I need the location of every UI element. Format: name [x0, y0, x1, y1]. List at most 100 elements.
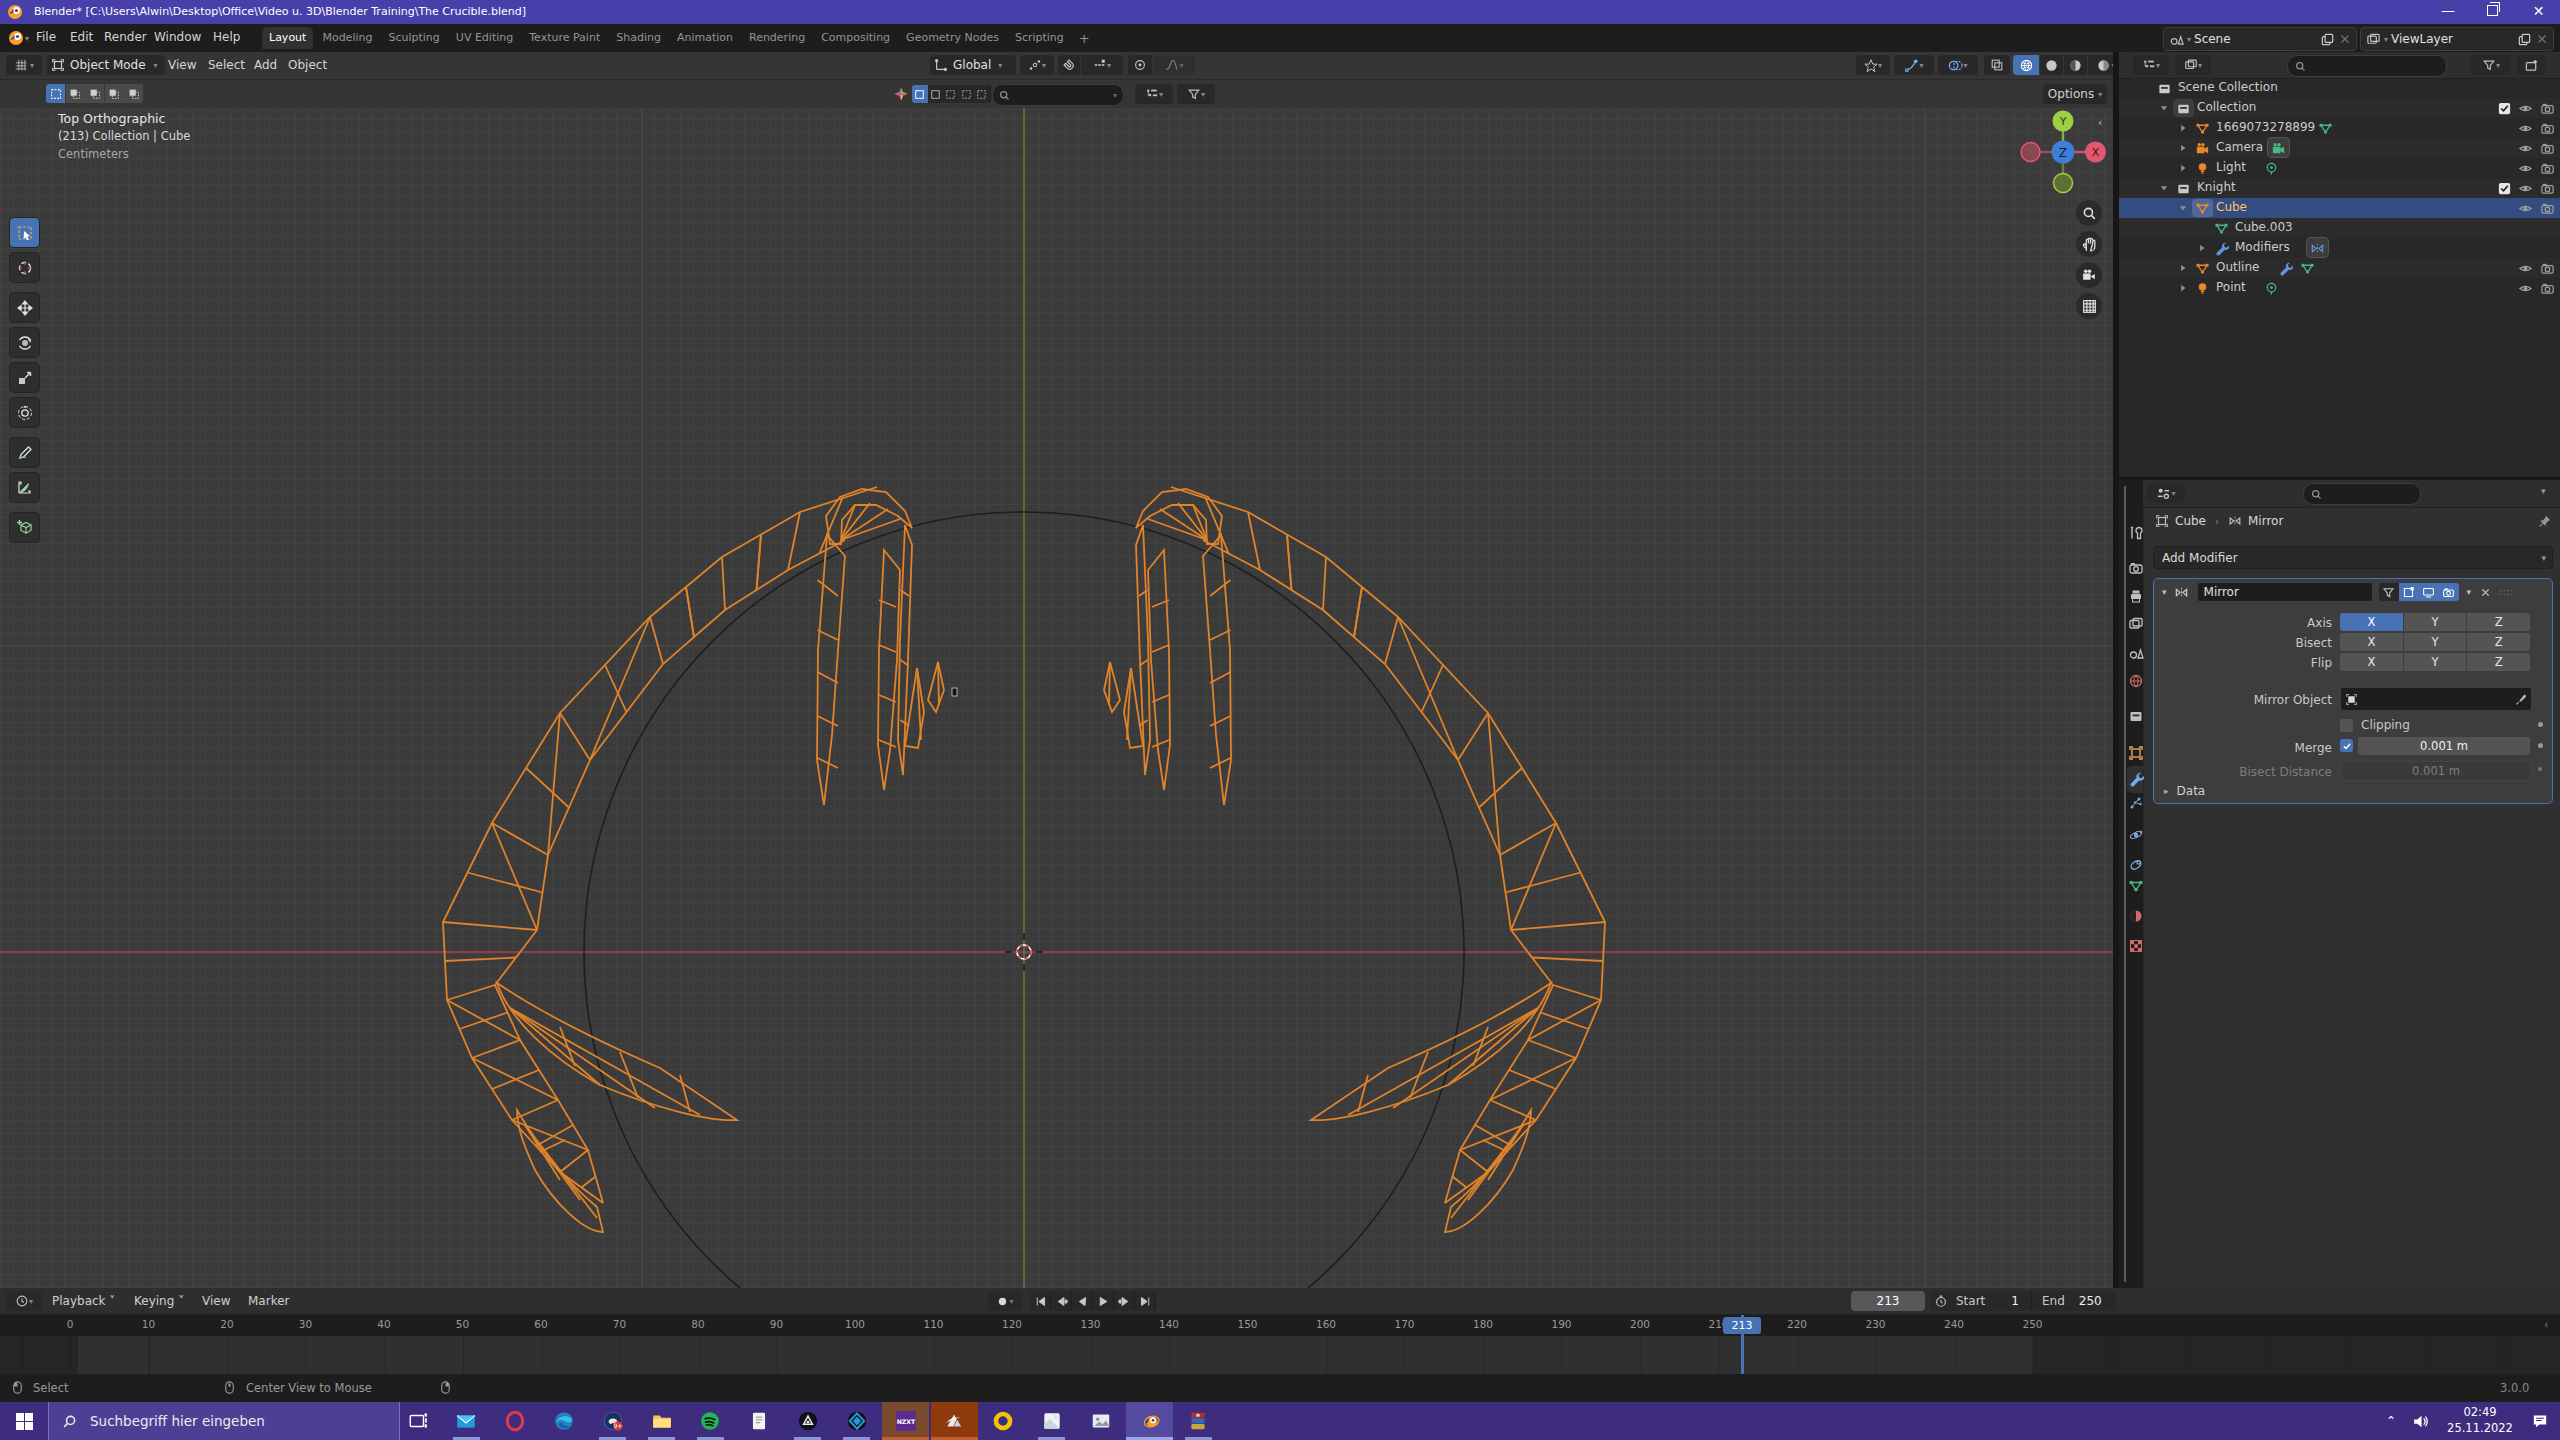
timeline-ruler[interactable]: 0102030405060708090100110120130140150160…: [0, 1315, 2560, 1336]
play-button[interactable]: [1093, 1291, 1114, 1311]
taskbar-app-task-view[interactable]: [394, 1402, 441, 1440]
bisect-x-button[interactable]: X: [2340, 633, 2403, 651]
hide-viewport-icon[interactable]: [2518, 181, 2533, 196]
select-box-tool[interactable]: [10, 218, 39, 247]
outliner-row[interactable]: 1669073278899: [2119, 118, 2560, 138]
tab-modeling[interactable]: Modeling: [315, 27, 379, 49]
play-reverse-button[interactable]: [1072, 1291, 1093, 1311]
timeline-body[interactable]: [0, 1336, 2560, 1374]
timeline-type-button[interactable]: ▾: [6, 1291, 42, 1311]
outliner-item-label[interactable]: 1669073278899: [2216, 120, 2315, 134]
outliner-row[interactable]: Cube.003: [2119, 218, 2560, 238]
gizmos-toggle-dropdown[interactable]: ▾: [1894, 55, 1934, 75]
move-tool[interactable]: [10, 293, 39, 322]
panel-expand-icon[interactable]: ▾: [2162, 587, 2167, 597]
hide-viewport-icon[interactable]: [2518, 141, 2533, 156]
add-modifier-button[interactable]: Add Modifier▾: [2153, 546, 2553, 569]
disclosure-closed-icon[interactable]: [2178, 163, 2188, 173]
sidebar-collapse-arrow[interactable]: ‹: [2098, 116, 2102, 129]
tab-layout[interactable]: Layout: [262, 27, 313, 49]
disable-render-icon[interactable]: [2540, 121, 2555, 136]
modifier-drag-handle[interactable]: ::::: [2499, 588, 2514, 597]
outliner-row[interactable]: Cube: [2119, 198, 2560, 218]
xray-toggle-button[interactable]: [1984, 55, 2010, 75]
tab-material[interactable]: [2128, 908, 2144, 924]
tab-render[interactable]: [2128, 560, 2144, 576]
viewport-menu-add[interactable]: Add: [254, 58, 277, 72]
timeline-menu-marker[interactable]: Marker: [248, 1294, 289, 1308]
disable-render-icon[interactable]: [2540, 261, 2555, 276]
annotate-tool[interactable]: [10, 438, 39, 467]
outliner-row[interactable]: Outline: [2119, 258, 2560, 278]
timeline-menu-view[interactable]: View: [202, 1294, 230, 1308]
notifications-icon[interactable]: [2531, 1412, 2549, 1430]
taskbar-app-photos[interactable]: [1077, 1402, 1124, 1440]
disable-render-icon[interactable]: [2540, 161, 2555, 176]
tab-scene[interactable]: [2128, 645, 2144, 661]
disclosure-closed-icon[interactable]: [2178, 263, 2188, 273]
disclosure-closed-icon[interactable]: [2178, 283, 2188, 293]
tray-time[interactable]: 02:49: [2447, 1405, 2513, 1421]
viewport-3d[interactable]: Top Orthographic(213) Collection | CubeC…: [0, 108, 2113, 1288]
clipping-checkbox[interactable]: [2340, 719, 2353, 732]
taskbar-app-opera[interactable]: [492, 1402, 539, 1440]
outliner-search-field[interactable]: [2287, 55, 2447, 77]
tab-scripting[interactable]: Scripting: [1008, 27, 1071, 49]
tab-constraints[interactable]: [2128, 857, 2144, 873]
visibility-checkbox[interactable]: [2497, 101, 2512, 116]
scene-selector[interactable]: ▾Scene: [2163, 27, 2357, 51]
select-mode-button-0[interactable]: [46, 84, 66, 103]
outliner-item-label[interactable]: Knight: [2197, 180, 2236, 194]
disclosure-open-icon[interactable]: [2159, 103, 2169, 113]
taskbar-app-dark-app[interactable]: [784, 1402, 831, 1440]
timeline-menu-keying[interactable]: Keying ˅: [134, 1294, 184, 1308]
cursor-tool[interactable]: [10, 253, 39, 282]
outliner-item-label[interactable]: Modifiers: [2235, 240, 2290, 254]
menu-edit[interactable]: Edit: [70, 30, 93, 44]
proportional-edit-toggle[interactable]: [1128, 55, 1152, 75]
filter-tree-dropdown[interactable]: ▾: [1135, 84, 1173, 104]
viewlayer-name[interactable]: ViewLayer: [2391, 32, 2453, 46]
tool-mode-button-3[interactable]: [959, 85, 976, 103]
tab-world[interactable]: [2128, 673, 2144, 689]
editor-type-button[interactable]: ▾: [6, 55, 42, 75]
properties-type-button[interactable]: ▾: [2147, 483, 2185, 503]
current-frame-field[interactable]: 213: [1851, 1291, 1925, 1311]
hide-viewport-icon[interactable]: [2518, 201, 2533, 216]
disable-render-icon[interactable]: [2540, 141, 2555, 156]
tab-output[interactable]: [2128, 588, 2144, 604]
bisect-y-button[interactable]: Y: [2404, 633, 2467, 651]
hide-viewport-icon[interactable]: [2518, 161, 2533, 176]
menu-render[interactable]: Render: [104, 30, 147, 44]
taskbar-app-mail[interactable]: [443, 1402, 490, 1440]
maximize-button[interactable]: [2471, 5, 2517, 19]
gizmo-axis-x-neg[interactable]: [2021, 143, 2040, 162]
previous-keyframe-button[interactable]: [1051, 1291, 1072, 1311]
disclosure-closed-icon[interactable]: [2178, 143, 2188, 153]
modifier-edit-mode-toggle[interactable]: [2379, 583, 2399, 601]
gizmo-axis-y-neg[interactable]: [2054, 174, 2073, 193]
outliner-display-mode-dropdown[interactable]: ▾: [2175, 55, 2211, 75]
clipping-anim-dot[interactable]: [2538, 722, 2543, 727]
playhead-frame-badge[interactable]: 213: [1723, 1317, 1761, 1334]
close-button[interactable]: ✕: [2517, 3, 2560, 19]
tab-geometry-nodes[interactable]: Geometry Nodes: [899, 27, 1006, 49]
tab-modifiers[interactable]: [2128, 771, 2144, 787]
scene-unlink-icon[interactable]: [2338, 32, 2352, 46]
outliner-row[interactable]: Point: [2119, 278, 2560, 298]
end-frame-value[interactable]: 250: [2079, 1294, 2102, 1308]
blender-menu-icon[interactable]: [8, 30, 24, 46]
transform-orientation-dropdown[interactable]: Global▾: [930, 55, 1016, 75]
select-mode-button-4[interactable]: [124, 84, 144, 103]
select-mode-button-1[interactable]: [66, 84, 86, 103]
outliner-filter-dropdown[interactable]: ▾: [2471, 55, 2511, 75]
modifier-name-field[interactable]: Mirror: [2197, 582, 2373, 602]
measure-tool[interactable]: [10, 473, 39, 502]
tab-compositing[interactable]: Compositing: [814, 27, 897, 49]
modifier-extras-chevron[interactable]: ▾: [2467, 587, 2472, 597]
viewlayer-unlink-icon[interactable]: [2535, 32, 2549, 46]
tab-tool[interactable]: [2128, 525, 2144, 541]
rotate-tool[interactable]: [10, 328, 39, 357]
disable-render-icon[interactable]: [2540, 201, 2555, 216]
axis-x-button[interactable]: X: [2340, 613, 2403, 631]
